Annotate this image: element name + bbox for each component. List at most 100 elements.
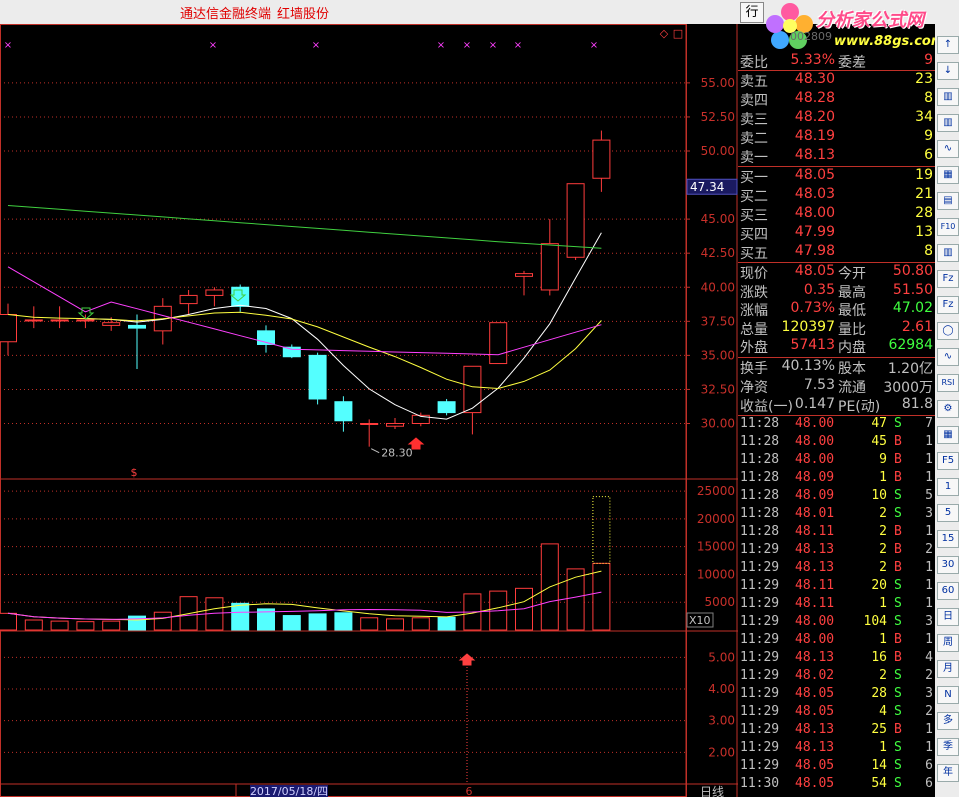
- panel-icon[interactable]: ▥: [937, 244, 959, 262]
- stat-row-value: 48.05: [794, 263, 835, 279]
- trade-volume: 20: [871, 578, 887, 593]
- period-day-button[interactable]: 日: [937, 608, 959, 626]
- buy-level-row-value: 48.00: [794, 205, 835, 221]
- sell-level-row-value2: 23: [915, 71, 933, 87]
- panel-icon[interactable]: ▥: [937, 114, 959, 132]
- period-5min-button[interactable]: 5: [937, 504, 959, 522]
- trade-time: 11:29: [740, 722, 780, 737]
- sell-level-row: 卖二 48.19 9: [738, 128, 935, 147]
- period-1min-button[interactable]: 1: [937, 478, 959, 496]
- volume-tick-label: 5000: [704, 595, 735, 609]
- stat-row-label: 总量: [740, 321, 768, 338]
- period-30min-button[interactable]: 30: [937, 556, 959, 574]
- trade-price: 48.00: [795, 416, 835, 431]
- stat-row: 现价 48.05 今开 50.80: [738, 263, 935, 282]
- period-60min-button[interactable]: 60: [937, 582, 959, 600]
- fz-button[interactable]: Fz: [937, 270, 959, 288]
- trade-count: 1: [925, 470, 933, 485]
- period-15min-button[interactable]: 15: [937, 530, 959, 548]
- candle-body: [102, 322, 121, 326]
- stat-row-value2: 1.20亿: [887, 361, 933, 377]
- candle-body: [308, 354, 327, 400]
- trade-volume: 28: [871, 686, 887, 701]
- trade-side: B: [894, 524, 902, 539]
- trade-row: 11:29 48.02 2 S 2: [738, 668, 935, 686]
- watermark-logo: 分析家公式网 002809 www.88gs.com: [766, 0, 959, 52]
- stat-row-value2: 62984: [888, 337, 933, 354]
- candle-body: [76, 319, 95, 322]
- stat-row: 收益(一) 0.147 PE(动) 81.8: [738, 396, 935, 415]
- side-toolbar: ↑ ↓ ▥ ▥ ∿ ▦ ▤ F10 ▥ Fz Fz ◯ ∿ RSI ⚙ ▦ F5 1 5 15 30 60 日周月 N 多季年: [935, 24, 959, 797]
- square-icon: □: [673, 27, 683, 40]
- down-arrow-icon[interactable]: ↓: [937, 62, 959, 80]
- grid-icon[interactable]: ▦: [937, 426, 959, 444]
- sell-level-row-value: 48.30: [794, 71, 835, 87]
- sell-level-row: 卖五 48.30 23: [738, 71, 935, 90]
- volume-scale-label: X10: [689, 614, 711, 627]
- period-month-button[interactable]: 月: [937, 660, 959, 678]
- candle-body: [386, 423, 404, 427]
- rsi-button[interactable]: RSI: [937, 374, 959, 392]
- trade-count: 1: [925, 524, 933, 539]
- trade-side: S: [894, 740, 902, 755]
- dollar-mark: $: [131, 466, 138, 479]
- buy-level-row-value2: 28: [915, 205, 933, 221]
- indicator-tick-label: 3.00: [708, 714, 735, 728]
- panel-icon[interactable]: ▥: [937, 88, 959, 106]
- trade-row: 11:29 48.00 104 S 3: [738, 614, 935, 632]
- trade-volume: 2: [879, 506, 887, 521]
- indicator-tick-label: 5.00: [708, 650, 735, 664]
- stat-row-label2: 内盘: [838, 340, 866, 357]
- trade-volume: 4: [879, 704, 887, 719]
- period-multi-button[interactable]: 多: [937, 712, 959, 730]
- trade-row: 11:30 48.05 54 S 6: [738, 776, 935, 794]
- gear-icon[interactable]: ⚙: [937, 400, 959, 418]
- buy-level-row-value2: 8: [924, 243, 933, 259]
- circle-icon[interactable]: ◯: [937, 322, 959, 340]
- trade-volume: 9: [879, 452, 887, 467]
- trade-time: 11:28: [740, 524, 780, 539]
- top-mark: ×: [437, 40, 445, 51]
- period-n-day-button[interactable]: N: [937, 686, 959, 704]
- volume-bar: [360, 617, 379, 631]
- stat-row: 涨跌 0.35 最高 51.50: [738, 282, 935, 301]
- wave-icon[interactable]: ∿: [937, 348, 959, 366]
- trade-row: 11:29 48.13 25 B 1: [738, 722, 935, 740]
- candle-body: [179, 294, 198, 305]
- buy-level-row-label: 买五: [740, 246, 768, 262]
- sell-level-row-label: 卖四: [740, 93, 768, 109]
- sell-level-row-label: 卖二: [740, 131, 768, 147]
- trade-volume: 54: [871, 776, 887, 791]
- f10-button[interactable]: F10: [937, 218, 959, 236]
- up-arrow-icon[interactable]: ↑: [937, 36, 959, 54]
- weibi-row-label2: 委差: [838, 55, 866, 71]
- fz-button[interactable]: Fz: [937, 296, 959, 314]
- top-mark: ×: [514, 40, 522, 51]
- list-icon[interactable]: ▤: [937, 192, 959, 210]
- trade-volume: 104: [863, 614, 887, 629]
- stat-row-value: 7.53: [803, 377, 835, 393]
- sell-level-row-value2: 6: [924, 147, 933, 163]
- buy-level-row: 买二 48.03 21: [738, 186, 935, 205]
- trade-time: 11:29: [740, 686, 780, 701]
- trend-icon[interactable]: ∿: [937, 140, 959, 158]
- ma60-line: [7, 205, 602, 249]
- candle-body: [360, 423, 379, 425]
- top-mark: ×: [209, 40, 217, 51]
- price-tick-label: 40.00: [701, 280, 735, 294]
- period-quarter-button[interactable]: 季: [937, 738, 959, 756]
- grid-icon[interactable]: ▦: [937, 166, 959, 184]
- sell-level-row-value2: 34: [915, 109, 933, 125]
- f5-button[interactable]: F5: [937, 452, 959, 470]
- volume-bar: [566, 568, 585, 631]
- period-week-button[interactable]: 周: [937, 634, 959, 652]
- trade-row: 11:29 48.00 1 B 1: [738, 632, 935, 650]
- trade-volume: 2: [879, 542, 887, 557]
- stat-row-value: 0.73%: [790, 300, 835, 317]
- volume-bar: [76, 621, 95, 631]
- trade-row: 11:29 48.13 2 B 1: [738, 560, 935, 578]
- period-year-button[interactable]: 年: [937, 764, 959, 782]
- candle-body: [515, 273, 533, 277]
- quote-menu-button[interactable]: 行: [740, 2, 764, 23]
- kline-chart[interactable]: 55.00 52.50 50.00 45.00 42.50 40.00 37.50 35.00…: [0, 24, 738, 797]
